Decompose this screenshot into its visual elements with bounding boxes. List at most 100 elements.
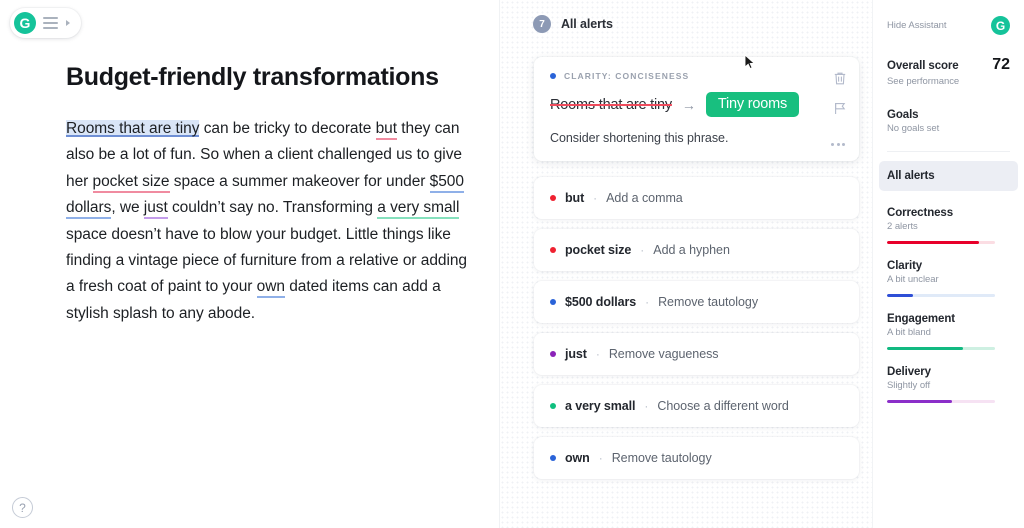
metric-subtitle: Slightly off xyxy=(887,380,1010,391)
document-text-run: space a summer makeover for under xyxy=(170,173,430,190)
alert-row[interactable]: just · Remove vagueness xyxy=(534,333,859,375)
see-performance-link[interactable]: See performance xyxy=(887,76,1010,87)
alerts-header: 7 All alerts xyxy=(500,0,872,33)
alert-term: but xyxy=(565,191,584,205)
alert-separator: · xyxy=(640,243,644,257)
document-annotated-run[interactable]: own xyxy=(257,278,285,298)
goals-block[interactable]: Goals No goals set xyxy=(885,109,1012,134)
alert-term: $500 dollars xyxy=(565,295,636,309)
metric-title: Engagement xyxy=(887,313,1010,325)
alert-rows: but · Add a comma pocket size · Add a hyphen $… xyxy=(522,177,858,479)
alerts-header-label: All alerts xyxy=(561,17,613,31)
more-options-icon[interactable] xyxy=(831,143,845,146)
flag-icon[interactable] xyxy=(833,101,847,116)
alert-row[interactable]: a very small · Choose a different word xyxy=(534,385,859,427)
document-annotated-run[interactable]: a very small xyxy=(377,199,459,219)
alert-type-dot-icon xyxy=(550,195,556,201)
alert-term: pocket size xyxy=(565,243,631,257)
metric-progress-fill xyxy=(887,241,979,244)
goals-subtitle: No goals set xyxy=(887,123,1008,134)
grammarly-logo-icon[interactable]: G xyxy=(991,16,1010,35)
alert-separator: · xyxy=(599,451,603,465)
metric-progress-fill xyxy=(887,400,952,403)
alert-action: Remove tautology xyxy=(658,295,758,309)
alerts-pane: 7 All alerts CLARITY: CONCISENESS Rooms … xyxy=(500,0,872,528)
metric-subtitle: 2 alerts xyxy=(887,221,1010,232)
category-dot-icon xyxy=(550,73,556,79)
document-pane: G Budget-friendly transformations Rooms … xyxy=(0,0,500,528)
metric-progress-bar xyxy=(887,400,995,403)
alert-separator: · xyxy=(645,295,649,309)
alert-action: Remove tautology xyxy=(612,451,712,465)
mouse-cursor xyxy=(744,54,756,71)
chevron-right-icon[interactable] xyxy=(66,20,70,26)
alert-term: own xyxy=(565,451,590,465)
hamburger-icon[interactable] xyxy=(43,17,58,29)
alert-separator: · xyxy=(596,347,600,361)
alert-row[interactable]: but · Add a comma xyxy=(534,177,859,219)
document-text-run: , we xyxy=(111,199,143,216)
arrow-right-icon: → xyxy=(682,97,696,113)
metric-progress-bar xyxy=(887,241,995,244)
document-text-run: can be tricky to decorate xyxy=(199,120,375,137)
overall-score-value: 72 xyxy=(992,56,1010,74)
overall-score-row[interactable]: Overall score 72 xyxy=(887,56,1010,74)
sidebar-divider xyxy=(887,151,1010,152)
sidebar-metric[interactable]: Correctness 2 alerts xyxy=(887,207,1010,244)
document-annotated-run[interactable]: just xyxy=(144,199,168,219)
alert-action: Add a hyphen xyxy=(653,243,730,257)
alert-type-dot-icon xyxy=(550,299,556,305)
document-annotated-run[interactable]: Rooms that are tiny xyxy=(66,120,199,137)
metric-subtitle: A bit bland xyxy=(887,327,1010,338)
grammarly-editor-window: G Budget-friendly transformations Rooms … xyxy=(0,0,1024,528)
document-body[interactable]: Budget-friendly transformations Rooms th… xyxy=(0,0,499,327)
alert-action: Remove vagueness xyxy=(609,347,719,361)
sidebar-metrics: Correctness 2 alerts Clarity A bit unclear E… xyxy=(885,207,1012,403)
document-annotated-run[interactable]: but xyxy=(376,120,397,140)
alert-type-dot-icon xyxy=(550,403,556,409)
alert-separator: · xyxy=(644,399,648,413)
metric-progress-bar xyxy=(887,294,995,297)
original-text: Rooms that are tiny xyxy=(550,97,672,113)
alert-category: CLARITY: CONCISENESS xyxy=(550,71,843,81)
expanded-alert-card[interactable]: CLARITY: CONCISENESS Rooms that are tiny… xyxy=(534,57,859,161)
metric-title: Clarity xyxy=(887,260,1010,272)
alert-action: Add a comma xyxy=(606,191,683,205)
sidebar-metric[interactable]: Clarity A bit unclear xyxy=(887,260,1010,297)
alert-row[interactable]: pocket size · Add a hyphen xyxy=(534,229,859,271)
metric-subtitle: A bit unclear xyxy=(887,274,1010,285)
document-text[interactable]: Rooms that are tiny can be tricky to dec… xyxy=(66,116,473,327)
trash-icon[interactable] xyxy=(833,71,847,86)
document-text-run: couldn’t say no. Transforming xyxy=(168,199,378,216)
metric-title: Delivery xyxy=(887,366,1010,378)
alert-type-dot-icon xyxy=(550,455,556,461)
alert-term: just xyxy=(565,347,587,361)
help-button[interactable]: ? xyxy=(12,497,33,518)
sidebar-top: Hide Assistant G xyxy=(885,0,1012,35)
alert-card-stack: CLARITY: CONCISENESS Rooms that are tiny… xyxy=(500,33,872,479)
alert-action: Choose a different word xyxy=(657,399,788,413)
apply-suggestion-button[interactable]: Tiny rooms xyxy=(706,92,799,117)
alert-type-dot-icon xyxy=(550,247,556,253)
metric-title: Correctness xyxy=(887,207,1010,219)
metric-progress-fill xyxy=(887,347,963,350)
alert-row[interactable]: own · Remove tautology xyxy=(534,437,859,479)
metric-progress-fill xyxy=(887,294,913,297)
sidebar-metric[interactable]: Delivery Slightly off xyxy=(887,366,1010,403)
goals-title: Goals xyxy=(887,109,1010,121)
sidebar-metric[interactable]: Engagement A bit bland xyxy=(887,313,1010,350)
overall-score-label: Overall score xyxy=(887,60,959,72)
alert-term: a very small xyxy=(565,399,635,413)
metric-progress-bar xyxy=(887,347,995,350)
document-annotated-run[interactable]: pocket size xyxy=(93,173,170,193)
grammarly-logo-icon: G xyxy=(14,12,36,34)
alert-suggestion: Rooms that are tiny → Tiny rooms xyxy=(550,92,843,117)
sidebar-item-all-alerts[interactable]: All alerts xyxy=(879,161,1018,191)
hide-assistant-button[interactable]: Hide Assistant xyxy=(887,20,947,31)
alert-type-dot-icon xyxy=(550,351,556,357)
alert-separator: · xyxy=(593,191,597,205)
grammarly-menu-pill[interactable]: G xyxy=(10,8,81,38)
alert-row[interactable]: $500 dollars · Remove tautology xyxy=(534,281,859,323)
assistant-sidebar: Hide Assistant G Overall score 72 See pe… xyxy=(872,0,1024,528)
document-title: Budget-friendly transformations xyxy=(66,62,473,92)
